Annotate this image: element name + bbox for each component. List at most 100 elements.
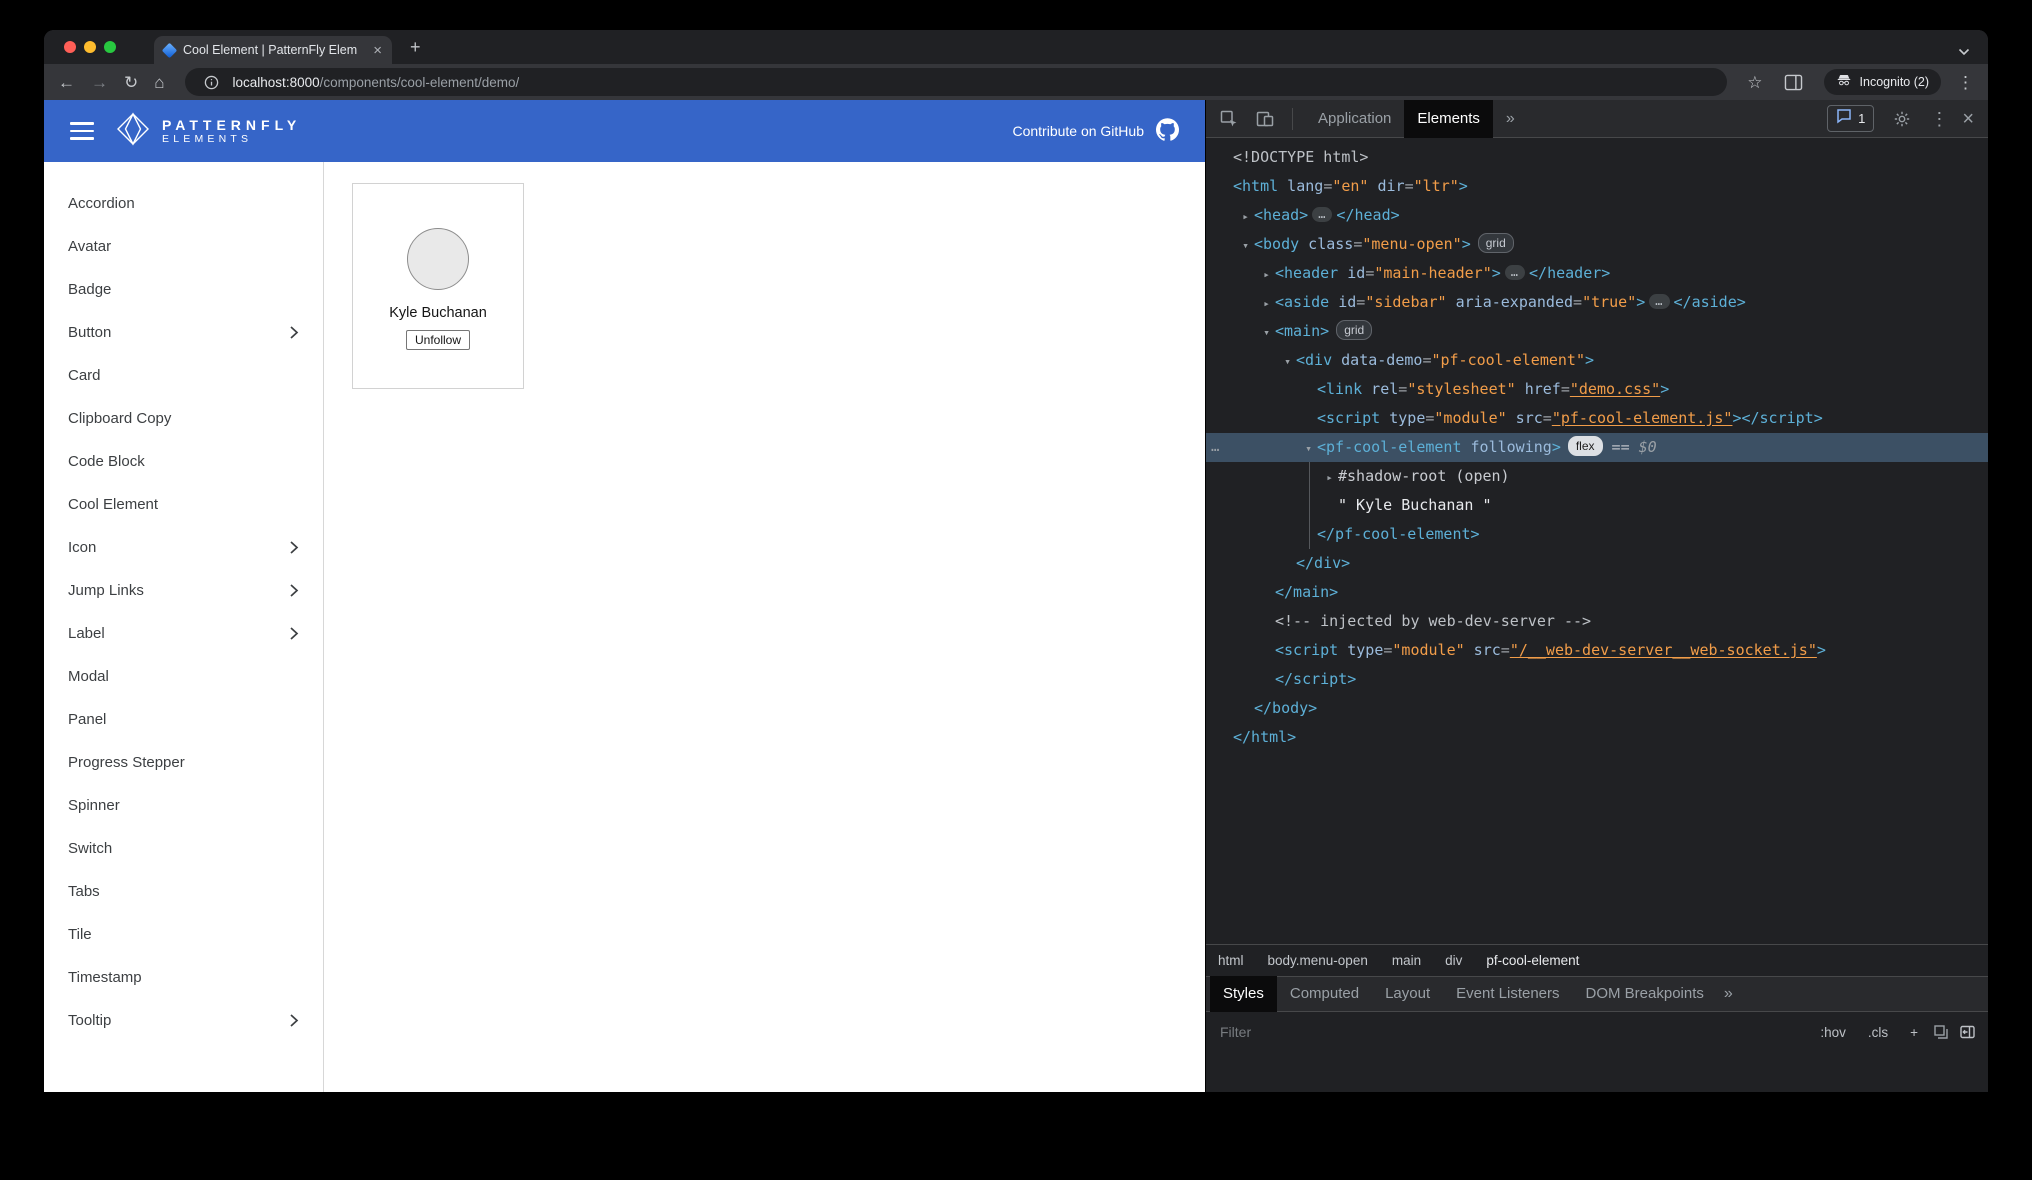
twisty-icon[interactable]: ▾ bbox=[1258, 318, 1275, 347]
home-button[interactable]: ⌂ bbox=[154, 74, 164, 91]
dom-line[interactable]: <script type="module" src="/__web-dev-se… bbox=[1206, 636, 1988, 665]
sidebar-item-badge[interactable]: Badge bbox=[44, 268, 323, 311]
sidebar-item-jump-links[interactable]: Jump Links bbox=[44, 569, 323, 612]
twisty-icon[interactable]: ▾ bbox=[1279, 347, 1296, 376]
dom-line[interactable]: </html> bbox=[1206, 723, 1988, 752]
dom-line[interactable]: <html lang="en" dir="ltr"> bbox=[1206, 172, 1988, 201]
dom-line[interactable]: </div> bbox=[1206, 549, 1988, 578]
dom-line[interactable]: </main> bbox=[1206, 578, 1988, 607]
dom-line[interactable]: ▸<head>…</head> bbox=[1206, 201, 1988, 230]
twisty-icon[interactable]: ▸ bbox=[1237, 202, 1254, 231]
sidebar-toggle-icon[interactable] bbox=[1959, 1024, 1976, 1040]
sidebar-item-timestamp[interactable]: Timestamp bbox=[44, 956, 323, 999]
resource-link[interactable]: "/__web-dev-server__web-socket.js" bbox=[1510, 641, 1817, 659]
twisty-icon[interactable]: ▾ bbox=[1300, 434, 1317, 463]
dom-line[interactable]: ▾<main>grid bbox=[1206, 317, 1988, 346]
sidebar-item-accordion[interactable]: Accordion bbox=[44, 182, 323, 225]
styles-tab-computed[interactable]: Computed bbox=[1277, 976, 1372, 1012]
sidebar-item-tooltip[interactable]: Tooltip bbox=[44, 999, 323, 1042]
dom-line[interactable]: <link rel="stylesheet" href="demo.css"> bbox=[1206, 375, 1988, 404]
resource-link[interactable]: "pf-cool-element.js" bbox=[1552, 409, 1733, 427]
dom-line[interactable]: <!-- injected by web-dev-server --> bbox=[1206, 607, 1988, 636]
site-info-icon[interactable] bbox=[199, 75, 224, 90]
devtools-more-tabs-icon[interactable]: » bbox=[1499, 101, 1522, 137]
browser-tab[interactable]: Cool Element | PatternFly Elem × bbox=[154, 36, 392, 64]
dom-line[interactable]: </pf-cool-element> bbox=[1206, 520, 1988, 549]
sidebar-item-tabs[interactable]: Tabs bbox=[44, 870, 323, 913]
filter-control[interactable]: :hov bbox=[1815, 1022, 1851, 1043]
devtools-tab-application[interactable]: Application bbox=[1305, 100, 1404, 138]
window-close-button[interactable] bbox=[64, 41, 76, 53]
tab-close-icon[interactable]: × bbox=[371, 43, 384, 58]
inspect-element-icon[interactable] bbox=[1214, 109, 1244, 129]
dom-line[interactable]: ▸#shadow-root (open) bbox=[1206, 462, 1988, 491]
breadcrumb-item[interactable]: div bbox=[1445, 953, 1462, 968]
adorner-badge[interactable]: grid bbox=[1478, 233, 1514, 253]
styles-tab-dom-breakpoints[interactable]: DOM Breakpoints bbox=[1573, 976, 1717, 1012]
window-zoom-button[interactable] bbox=[104, 41, 116, 53]
filter-control[interactable]: .cls bbox=[1863, 1022, 1893, 1043]
dom-line[interactable]: </body> bbox=[1206, 694, 1988, 723]
hamburger-menu-icon[interactable] bbox=[70, 122, 94, 140]
dom-line[interactable]: </script> bbox=[1206, 665, 1988, 694]
inline-expand-button[interactable]: … bbox=[1505, 265, 1525, 280]
inline-expand-button[interactable]: … bbox=[1312, 207, 1332, 222]
devtools-settings-gear-icon[interactable] bbox=[1888, 110, 1916, 128]
sidebar-item-code-block[interactable]: Code Block bbox=[44, 440, 323, 483]
window-minimize-button[interactable] bbox=[84, 41, 96, 53]
inline-expand-button[interactable]: … bbox=[1649, 294, 1669, 309]
devtools-menu-icon[interactable]: ⋮ bbox=[1930, 110, 1948, 128]
bookmark-star-icon[interactable]: ☆ bbox=[1747, 74, 1762, 91]
forward-button[interactable]: → bbox=[91, 74, 108, 91]
dom-line[interactable]: ▾<body class="menu-open">grid bbox=[1206, 230, 1988, 259]
dom-line-selected[interactable]: …▾<pf-cool-element following>flex == $0 bbox=[1206, 433, 1988, 462]
twisty-icon[interactable]: ▸ bbox=[1258, 260, 1275, 289]
unfollow-button[interactable]: Unfollow bbox=[406, 330, 470, 350]
sidebar-item-tile[interactable]: Tile bbox=[44, 913, 323, 956]
breadcrumb-item[interactable]: html bbox=[1218, 953, 1244, 968]
adorner-badge[interactable]: flex bbox=[1568, 436, 1603, 456]
element-state-icon[interactable] bbox=[1933, 1024, 1949, 1040]
contribute-link[interactable]: Contribute on GitHub bbox=[1012, 118, 1179, 144]
sidebar-item-clipboard-copy[interactable]: Clipboard Copy bbox=[44, 397, 323, 440]
console-status[interactable]: 1 bbox=[1827, 105, 1874, 132]
sidebar-item-avatar[interactable]: Avatar bbox=[44, 225, 323, 268]
breadcrumb-item[interactable]: body.menu-open bbox=[1268, 953, 1368, 968]
browser-menu-icon[interactable]: ⋮ bbox=[1957, 74, 1974, 91]
devtools-tab-elements[interactable]: Elements bbox=[1404, 100, 1493, 138]
styles-tab-styles[interactable]: Styles bbox=[1210, 976, 1277, 1012]
row-menu-icon[interactable]: … bbox=[1211, 433, 1220, 462]
dom-line[interactable]: <!DOCTYPE html> bbox=[1206, 143, 1988, 172]
sidebar-item-card[interactable]: Card bbox=[44, 354, 323, 397]
sidebar-item-progress-stepper[interactable]: Progress Stepper bbox=[44, 741, 323, 784]
new-tab-button[interactable]: + bbox=[410, 37, 421, 57]
dom-line[interactable]: <script type="module" src="pf-cool-eleme… bbox=[1206, 404, 1988, 433]
sidebar-item-label[interactable]: Label bbox=[44, 612, 323, 655]
sidebar-item-button[interactable]: Button bbox=[44, 311, 323, 354]
side-panel-icon[interactable] bbox=[1779, 74, 1808, 91]
sidebar-item-cool-element[interactable]: Cool Element bbox=[44, 483, 323, 526]
site-brand[interactable]: PATTERNFLY ELEMENTS bbox=[116, 112, 301, 151]
resource-link[interactable]: "demo.css" bbox=[1570, 380, 1660, 398]
breadcrumb-item[interactable]: pf-cool-element bbox=[1486, 953, 1579, 968]
twisty-icon[interactable]: ▾ bbox=[1237, 231, 1254, 260]
reload-button[interactable]: ↻ bbox=[124, 74, 138, 91]
styles-more-tabs-icon[interactable]: » bbox=[1717, 976, 1740, 1012]
styles-tab-event-listeners[interactable]: Event Listeners bbox=[1443, 976, 1572, 1012]
tab-search-icon[interactable] bbox=[1958, 43, 1970, 61]
sidebar-item-panel[interactable]: Panel bbox=[44, 698, 323, 741]
styles-filter-input[interactable] bbox=[1218, 1023, 1805, 1041]
devtools-close-icon[interactable]: × bbox=[1962, 109, 1974, 129]
dom-line[interactable]: " Kyle Buchanan " bbox=[1206, 491, 1988, 520]
sidebar-item-spinner[interactable]: Spinner bbox=[44, 784, 323, 827]
dom-line[interactable]: ▾<div data-demo="pf-cool-element"> bbox=[1206, 346, 1988, 375]
filter-control[interactable]: + bbox=[1905, 1022, 1923, 1043]
device-toolbar-icon[interactable] bbox=[1250, 109, 1280, 129]
dom-line[interactable]: ▸<aside id="sidebar" aria-expanded="true… bbox=[1206, 288, 1988, 317]
twisty-icon[interactable]: ▸ bbox=[1321, 463, 1338, 492]
sidebar-item-icon[interactable]: Icon bbox=[44, 526, 323, 569]
breadcrumb-item[interactable]: main bbox=[1392, 953, 1421, 968]
adorner-badge[interactable]: grid bbox=[1336, 320, 1372, 340]
styles-tab-layout[interactable]: Layout bbox=[1372, 976, 1443, 1012]
address-bar[interactable]: localhost:8000/components/cool-element/d… bbox=[185, 68, 1728, 96]
